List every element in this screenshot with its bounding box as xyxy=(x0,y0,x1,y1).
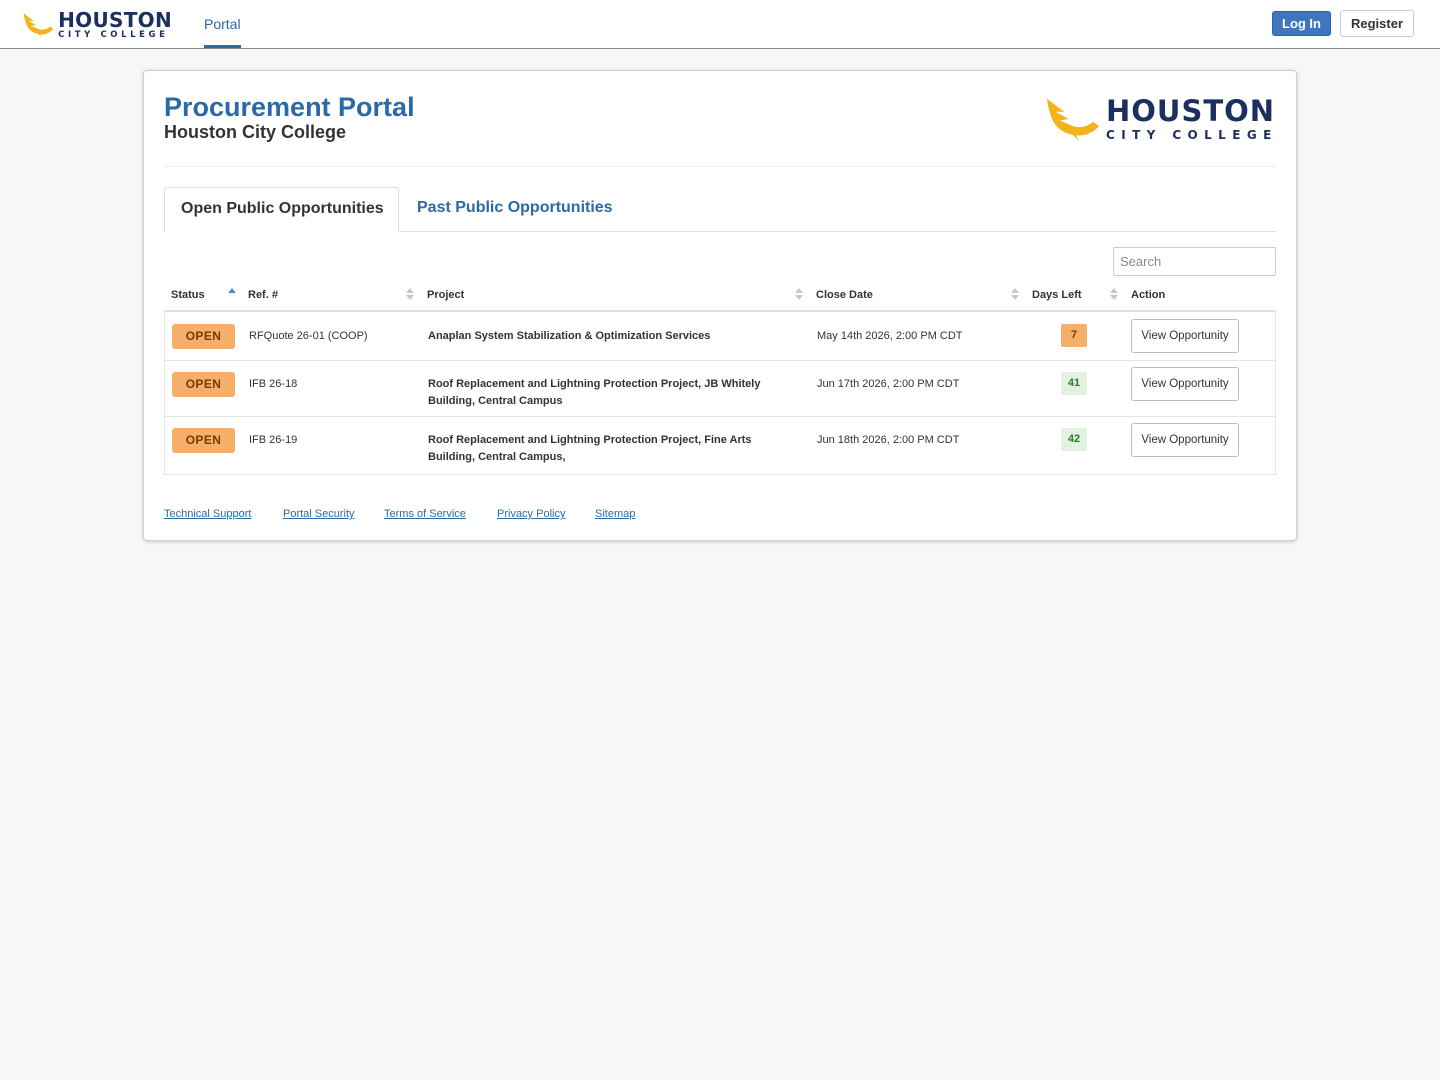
sort-icon[interactable] xyxy=(795,287,803,301)
tab-past-opportunities[interactable]: Past Public Opportunities xyxy=(417,199,613,217)
close-date: May 14th 2026, 2:00 PM CDT xyxy=(817,330,963,342)
sort-icon[interactable] xyxy=(406,287,414,301)
status-badge: OPEN xyxy=(172,372,235,397)
brand-logo[interactable]: HOUSTON CITY COLLEGE xyxy=(22,8,172,42)
footer-link-sitemap[interactable]: Sitemap xyxy=(595,508,635,520)
search-input[interactable] xyxy=(1113,247,1276,276)
project-name: Roof Replacement and Lightning Protectio… xyxy=(428,378,761,407)
ref-number: IFB 26-18 xyxy=(249,378,298,390)
close-date: Jun 18th 2026, 2:00 PM CDT xyxy=(817,434,960,446)
days-left-badge: 7 xyxy=(1061,324,1087,347)
project-name: Roof Replacement and Lightning Protectio… xyxy=(428,434,752,463)
table-header: Status Ref. # Project Close Date Days Le… xyxy=(164,281,1276,312)
table-row: OPEN IFB 26-19 Roof Replacement and Ligh… xyxy=(165,416,1275,473)
footer-link-privacy-policy[interactable]: Privacy Policy xyxy=(497,508,565,520)
brand-line-2: CITY COLLEGE xyxy=(58,30,169,41)
sort-asc-icon[interactable] xyxy=(228,287,236,301)
procurement-card: Procurement Portal Houston City College … xyxy=(143,70,1297,541)
page-title: Procurement Portal xyxy=(164,92,415,122)
footer-link-portal-security[interactable]: Portal Security xyxy=(283,508,355,520)
hawk-logo-icon xyxy=(1046,98,1100,141)
ref-number: RFQuote 26-01 (COOP) xyxy=(249,330,368,342)
column-header-action: Action xyxy=(1131,289,1166,301)
column-header-days-left[interactable]: Days Left xyxy=(1032,289,1082,301)
ref-number: IFB 26-19 xyxy=(249,434,298,446)
header-divider xyxy=(164,166,1276,167)
view-opportunity-button[interactable]: View Opportunity xyxy=(1131,319,1239,353)
days-left-badge: 41 xyxy=(1061,372,1087,395)
college-logo: HOUSTON CITY COLLEGE xyxy=(1044,91,1280,147)
table-row: OPEN IFB 26-18 Roof Replacement and Ligh… xyxy=(165,360,1275,416)
project-name: Anaplan System Stabilization & Optimizat… xyxy=(428,330,711,342)
tab-open-opportunities[interactable]: Open Public Opportunities xyxy=(164,187,399,233)
sort-icon[interactable] xyxy=(1011,287,1019,301)
opportunities-table: OPEN RFQuote 26-01 (COOP) Anaplan System… xyxy=(164,312,1276,475)
status-badge: OPEN xyxy=(172,428,235,453)
table-row: OPEN RFQuote 26-01 (COOP) Anaplan System… xyxy=(165,312,1275,360)
view-opportunity-button[interactable]: View Opportunity xyxy=(1131,423,1239,457)
column-header-close-date[interactable]: Close Date xyxy=(816,289,873,301)
nav-item-portal[interactable]: Portal xyxy=(204,0,241,48)
hawk-logo-icon xyxy=(23,13,54,38)
days-left-badge: 42 xyxy=(1061,428,1087,451)
login-button[interactable]: Log In xyxy=(1272,11,1331,36)
logo-line-1: HOUSTON xyxy=(1106,94,1276,128)
view-opportunity-button[interactable]: View Opportunity xyxy=(1131,367,1239,401)
brand-line-1: HOUSTON xyxy=(58,8,172,33)
status-badge: OPEN xyxy=(172,324,235,349)
close-date: Jun 17th 2026, 2:00 PM CDT xyxy=(817,378,960,390)
column-header-ref[interactable]: Ref. # xyxy=(248,289,278,301)
footer-link-technical-support[interactable]: Technical Support xyxy=(164,508,251,520)
top-navbar: HOUSTON CITY COLLEGE Portal Log In Regis… xyxy=(0,0,1440,49)
column-header-status[interactable]: Status xyxy=(171,289,205,301)
sort-icon[interactable] xyxy=(1110,287,1118,301)
register-button[interactable]: Register xyxy=(1340,10,1414,37)
column-header-project[interactable]: Project xyxy=(427,289,464,301)
page-subtitle: Houston City College xyxy=(164,122,347,142)
footer-link-terms-of-service[interactable]: Terms of Service xyxy=(384,508,466,520)
logo-line-2: CITY COLLEGE xyxy=(1106,128,1278,142)
